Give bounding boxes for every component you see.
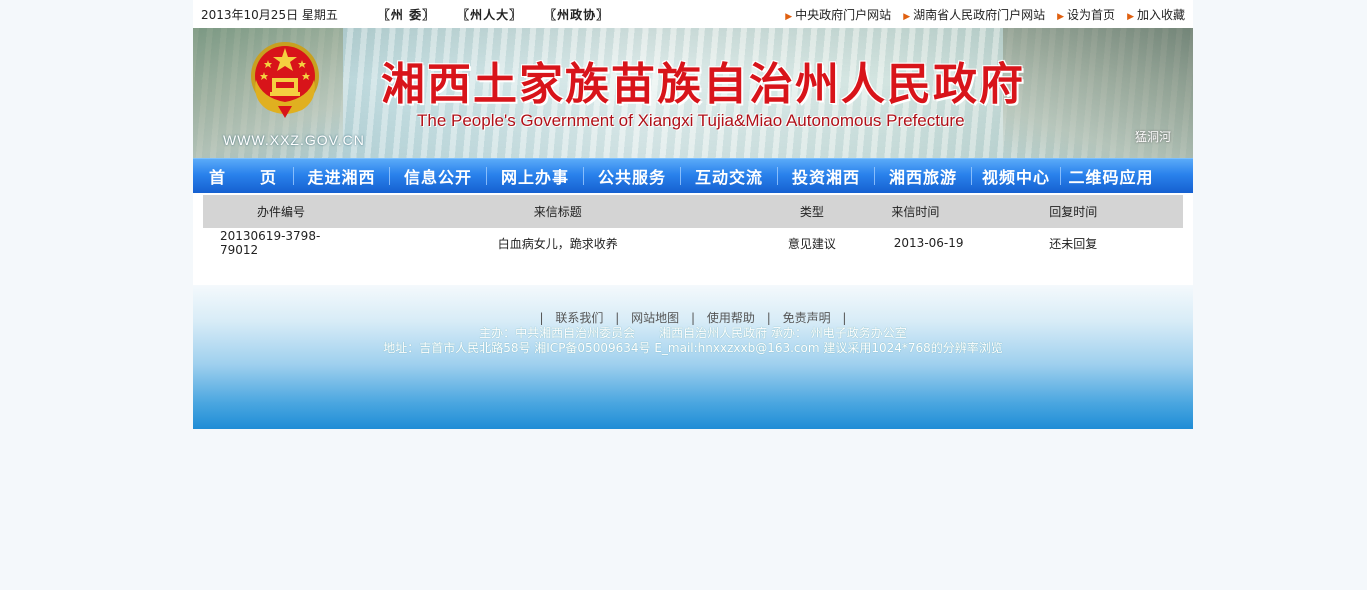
link-zhouzhengxie[interactable]: 〖州政协〗 bbox=[544, 6, 609, 23]
footer-divider: | bbox=[690, 311, 696, 325]
nav-divider bbox=[777, 167, 778, 185]
cell-reply-status: 还未回复 bbox=[1049, 236, 1098, 251]
national-emblem-icon bbox=[251, 42, 319, 118]
col-header-id: 办件编号 bbox=[257, 205, 306, 219]
letter-table: 办件编号 来信标题 类型 来信时间 回复时间 20130619-3798-790… bbox=[203, 195, 1183, 258]
footer-link-sitemap[interactable]: 网站地图 bbox=[631, 311, 679, 325]
banner-caption: 猛洞河 bbox=[1134, 130, 1171, 144]
footer-divider: | bbox=[615, 311, 620, 325]
nav-tourism[interactable]: 湘西旅游 bbox=[875, 164, 971, 188]
nav-interaction[interactable]: 互动交流 bbox=[681, 164, 777, 188]
nav-investment[interactable]: 投资湘西 bbox=[778, 164, 874, 188]
footer-link-help[interactable]: 使用帮助 bbox=[707, 311, 755, 325]
cell-id: 20130619-3798-79012 bbox=[220, 229, 321, 257]
header-banner: WWW.XXZ.GOV.CN 湘西土家族苗族自治州人民政府 The People… bbox=[193, 28, 1193, 158]
arrow-icon: ▶ bbox=[785, 11, 793, 22]
cell-type: 意见建议 bbox=[787, 236, 836, 251]
table-header-row: 办件编号 来信标题 类型 来信时间 回复时间 bbox=[203, 195, 1183, 228]
footer-sponsor-line: 主办：中共湘西自治州委员会 湘西自治州人民政府 承办： 州电子政务办公室 bbox=[479, 326, 907, 340]
main-nav: 首 页 走进湘西 信息公开 网上办事 公共服务 互动交流 投资湘西 湘西旅游 视… bbox=[193, 158, 1193, 193]
footer-link-disclaimer[interactable]: 免责声明 bbox=[783, 311, 831, 325]
current-date: 2013年10月25日 星期五 bbox=[201, 7, 338, 22]
arrow-icon: ▶ bbox=[1127, 11, 1134, 22]
nav-info-disclosure[interactable]: 信息公开 bbox=[390, 164, 486, 188]
site-title-english: The People's Government of Xiangxi Tujia… bbox=[417, 111, 965, 130]
footer-divider: | bbox=[539, 311, 544, 325]
cell-title[interactable]: 白血病女儿，跪求收养 bbox=[359, 228, 756, 258]
table-row[interactable]: 20130619-3798-79012 白血病女儿，跪求收养 意见建议 2013… bbox=[203, 228, 1183, 258]
link-add-favorite[interactable]: ▶ 加入收藏 bbox=[1127, 6, 1185, 23]
nav-public-services[interactable]: 公共服务 bbox=[584, 164, 680, 188]
nav-video-center[interactable]: 视频中心 bbox=[972, 164, 1060, 188]
col-header-date: 来信时间 bbox=[891, 205, 940, 219]
footer-address-line: 地址：吉首市人民北路58号 湘ICP备05009634号 E_mail:hnxx… bbox=[383, 341, 1003, 355]
arrow-icon: ▶ bbox=[903, 11, 911, 22]
link-zhouwei[interactable]: 〖州 委〗 bbox=[378, 6, 435, 23]
top-bar-right: ▶ 中央政府门户网站 ▶ 湖南省人民政府门户网站 ▶ 设为首页 ▶ 加入收藏 bbox=[785, 6, 1185, 23]
top-bar-left: 2013年10月25日 星期五 〖州 委〗 〖州人大〗 〖州政协〗 bbox=[201, 6, 631, 23]
link-central-gov[interactable]: ▶ 中央政府门户网站 bbox=[785, 6, 891, 23]
link-set-homepage[interactable]: ▶ 设为首页 bbox=[1057, 6, 1115, 23]
nav-online-services[interactable]: 网上办事 bbox=[487, 164, 583, 188]
page-container: 2013年10月25日 星期五 〖州 委〗 〖州人大〗 〖州政协〗 ▶ 中央政府门… bbox=[193, 0, 1193, 429]
top-bar: 2013年10月25日 星期五 〖州 委〗 〖州人大〗 〖州政协〗 ▶ 中央政府门… bbox=[193, 0, 1193, 28]
col-header-reply: 回复时间 bbox=[1049, 205, 1098, 219]
nav-qrcode[interactable]: 二维码应用 bbox=[1061, 164, 1161, 188]
nav-divider bbox=[1060, 167, 1061, 185]
footer-link-contact[interactable]: 联系我们 bbox=[555, 311, 603, 325]
link-central-gov-text[interactable]: 中央政府门户网站 bbox=[795, 8, 891, 22]
site-url-label: WWW.XXZ.GOV.CN bbox=[223, 132, 365, 148]
nav-divider bbox=[486, 167, 487, 185]
nav-divider bbox=[293, 167, 294, 185]
nav-divider bbox=[680, 167, 681, 185]
link-zhourenda[interactable]: 〖州人大〗 bbox=[457, 6, 522, 23]
nav-divider bbox=[874, 167, 875, 185]
site-title-chinese: 湘西土家族苗族自治州人民政府 bbox=[381, 59, 1025, 110]
nav-divider bbox=[971, 167, 972, 185]
link-hunan-gov[interactable]: ▶ 湖南省人民政府门户网站 bbox=[903, 6, 1045, 23]
footer-divider: | bbox=[766, 311, 771, 325]
link-hunan-gov-text[interactable]: 湖南省人民政府门户网站 bbox=[913, 8, 1045, 22]
nav-divider bbox=[583, 167, 584, 185]
link-set-homepage-text[interactable]: 设为首页 bbox=[1067, 8, 1115, 22]
letter-table-wrap: 办件编号 来信标题 类型 来信时间 回复时间 20130619-3798-790… bbox=[193, 193, 1193, 285]
col-header-title: 来信标题 bbox=[533, 205, 582, 219]
nav-home[interactable]: 首 页 bbox=[193, 164, 293, 188]
footer: | 联系我们 | 网站地图 | 使用帮助 | 免责声明 | 主办：中共湘西自治州… bbox=[193, 285, 1193, 429]
nav-about-xiangxi[interactable]: 走进湘西 bbox=[294, 164, 389, 188]
footer-divider: | bbox=[842, 311, 847, 325]
cell-date: 2013-06-19 bbox=[893, 236, 964, 250]
arrow-icon: ▶ bbox=[1057, 11, 1065, 22]
col-header-type: 类型 bbox=[799, 205, 824, 219]
nav-divider bbox=[389, 167, 390, 185]
link-add-favorite-text[interactable]: 加入收藏 bbox=[1137, 8, 1185, 22]
footer-links: | 联系我们 | 网站地图 | 使用帮助 | 免责声明 | bbox=[193, 285, 1193, 326]
